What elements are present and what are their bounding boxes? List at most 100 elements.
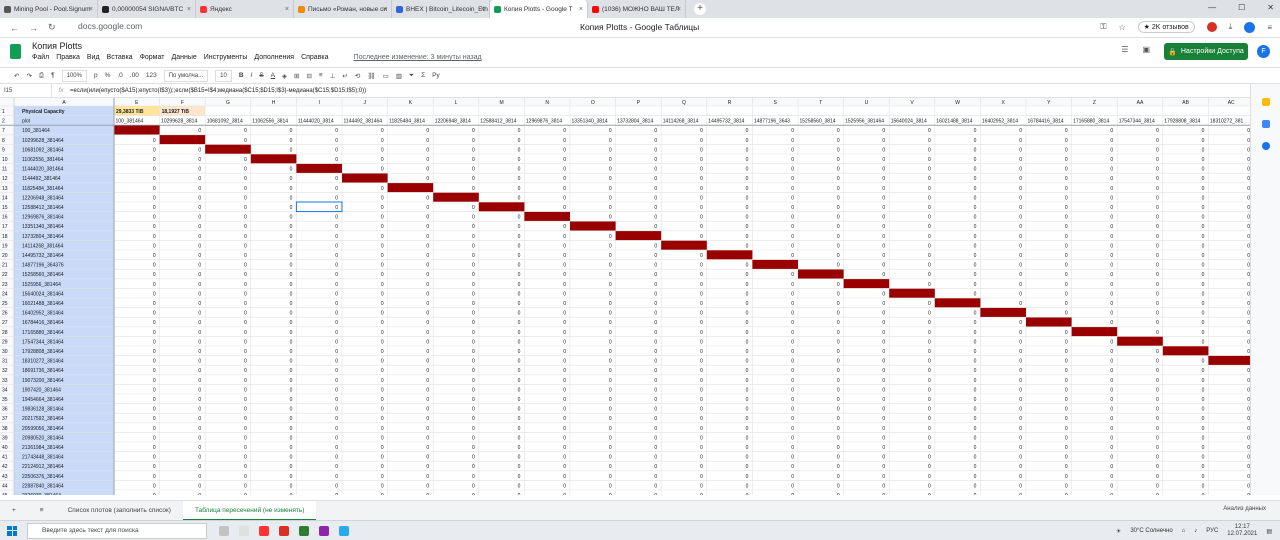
telegram-icon[interactable] [339, 525, 349, 536]
zero-cell[interactable]: 0 [882, 426, 885, 432]
zero-cell[interactable]: 0 [746, 147, 749, 153]
zero-cell[interactable]: 0 [290, 272, 293, 278]
zero-cell[interactable]: 0 [472, 493, 475, 495]
zero-cell[interactable]: 0 [1110, 147, 1113, 153]
zero-cell[interactable]: 0 [654, 176, 657, 182]
close-tab-icon[interactable]: × [187, 6, 191, 13]
undo-icon[interactable]: ↶ [14, 72, 19, 80]
zero-cell[interactable]: 0 [472, 435, 475, 441]
zero-cell[interactable]: 0 [153, 311, 156, 317]
diagonal-cell[interactable] [615, 231, 662, 241]
zero-cell[interactable]: 0 [609, 147, 612, 153]
zero-cell[interactable]: 0 [563, 157, 566, 163]
zero-cell[interactable]: 0 [837, 243, 840, 249]
zero-cell[interactable]: 0 [700, 426, 703, 432]
zero-cell[interactable]: 0 [882, 272, 885, 278]
zero-cell[interactable]: 0 [1065, 253, 1068, 259]
zero-cell[interactable]: 0 [1019, 205, 1022, 211]
diagonal-cell[interactable] [843, 279, 890, 289]
zero-cell[interactable]: 0 [882, 176, 885, 182]
row-label[interactable]: 19073200_381464 [22, 378, 64, 384]
diagonal-cell[interactable] [1026, 317, 1072, 327]
zero-cell[interactable]: 0 [290, 311, 293, 317]
diagonal-cell[interactable] [752, 259, 798, 269]
diagonal-cell[interactable] [296, 163, 342, 173]
zero-cell[interactable]: 0 [563, 234, 566, 240]
zero-cell[interactable]: 0 [928, 176, 931, 182]
row-number[interactable]: 32 [2, 368, 8, 374]
zero-cell[interactable]: 0 [1019, 291, 1022, 297]
zero-cell[interactable]: 0 [153, 138, 156, 144]
row-number[interactable]: 28 [2, 330, 8, 336]
zero-cell[interactable]: 0 [928, 186, 931, 192]
meet-icon[interactable]: ▣ [1142, 45, 1150, 54]
zero-cell[interactable]: 0 [153, 445, 156, 451]
zero-cell[interactable]: 0 [1019, 320, 1022, 326]
zero-cell[interactable]: 0 [882, 291, 885, 297]
zero-cell[interactable]: 0 [381, 311, 384, 317]
zero-cell[interactable]: 0 [974, 263, 977, 269]
zero-cell[interactable]: 0 [609, 320, 612, 326]
zero-cell[interactable]: 0 [1202, 147, 1205, 153]
zero-cell[interactable]: 0 [882, 416, 885, 422]
column-letter[interactable]: N [545, 100, 549, 106]
zero-cell[interactable]: 0 [153, 416, 156, 422]
zero-cell[interactable]: 0 [882, 138, 885, 144]
zero-cell[interactable]: 0 [563, 435, 566, 441]
windows-start-icon[interactable] [7, 525, 17, 536]
zero-cell[interactable]: 0 [426, 378, 429, 384]
zero-cell[interactable]: 0 [882, 464, 885, 470]
zero-cell[interactable]: 0 [472, 455, 475, 461]
zero-cell[interactable]: 0 [290, 128, 293, 134]
zero-cell[interactable]: 0 [198, 435, 201, 441]
zero-cell[interactable]: 0 [198, 157, 201, 163]
zero-cell[interactable]: 0 [1202, 445, 1205, 451]
zero-cell[interactable]: 0 [198, 301, 201, 307]
zero-cell[interactable]: 0 [882, 224, 885, 230]
zero-cell[interactable]: 0 [198, 339, 201, 345]
row-number[interactable]: 34 [2, 387, 8, 393]
zero-cell[interactable]: 0 [290, 464, 293, 470]
zero-cell[interactable]: 0 [746, 234, 749, 240]
zero-cell[interactable]: 0 [1019, 493, 1022, 495]
zero-cell[interactable]: 0 [335, 320, 338, 326]
diagonal-cell[interactable] [114, 125, 160, 135]
zero-cell[interactable]: 0 [244, 407, 247, 413]
zero-cell[interactable]: 0 [1110, 253, 1113, 259]
download-icon[interactable]: ⤓ [1229, 22, 1233, 32]
zero-cell[interactable]: 0 [882, 320, 885, 326]
row-number[interactable]: 15 [2, 205, 8, 211]
zero-cell[interactable]: 0 [153, 291, 156, 297]
zero-cell[interactable]: 0 [1156, 253, 1159, 259]
zero-cell[interactable]: 0 [426, 176, 429, 182]
zero-cell[interactable]: 0 [426, 282, 429, 288]
zero-cell[interactable]: 0 [290, 387, 293, 393]
zero-cell[interactable]: 0 [746, 349, 749, 355]
column-letter[interactable]: G [226, 100, 230, 106]
zero-cell[interactable]: 0 [335, 147, 338, 153]
zero-cell[interactable]: 0 [654, 253, 657, 259]
zero-cell[interactable]: 0 [198, 176, 201, 182]
zero-cell[interactable]: 0 [426, 243, 429, 249]
zero-cell[interactable]: 0 [1110, 368, 1113, 374]
zero-cell[interactable]: 0 [609, 176, 612, 182]
zero-cell[interactable]: 0 [928, 435, 931, 441]
zero-cell[interactable]: 0 [746, 378, 749, 384]
zero-cell[interactable]: 0 [928, 368, 931, 374]
zero-cell[interactable]: 0 [381, 320, 384, 326]
zero-cell[interactable]: 0 [335, 157, 338, 163]
capacity-value[interactable]: 18,1927 TiB [162, 109, 190, 115]
zero-cell[interactable]: 0 [335, 445, 338, 451]
zero-cell[interactable]: 0 [974, 311, 977, 317]
zero-cell[interactable]: 0 [974, 407, 977, 413]
zero-cell[interactable]: 0 [153, 234, 156, 240]
zero-cell[interactable]: 0 [1019, 407, 1022, 413]
zero-cell[interactable]: 0 [1019, 483, 1022, 489]
zero-cell[interactable]: 0 [1065, 387, 1068, 393]
zero-cell[interactable]: 0 [746, 426, 749, 432]
zero-cell[interactable]: 0 [381, 215, 384, 221]
zero-cell[interactable]: 0 [882, 349, 885, 355]
zero-cell[interactable]: 0 [1156, 493, 1159, 495]
zero-cell[interactable]: 0 [882, 186, 885, 192]
browser-tab[interactable]: BHEX | Bitcoin_Litecoin_Eth × [392, 0, 490, 18]
